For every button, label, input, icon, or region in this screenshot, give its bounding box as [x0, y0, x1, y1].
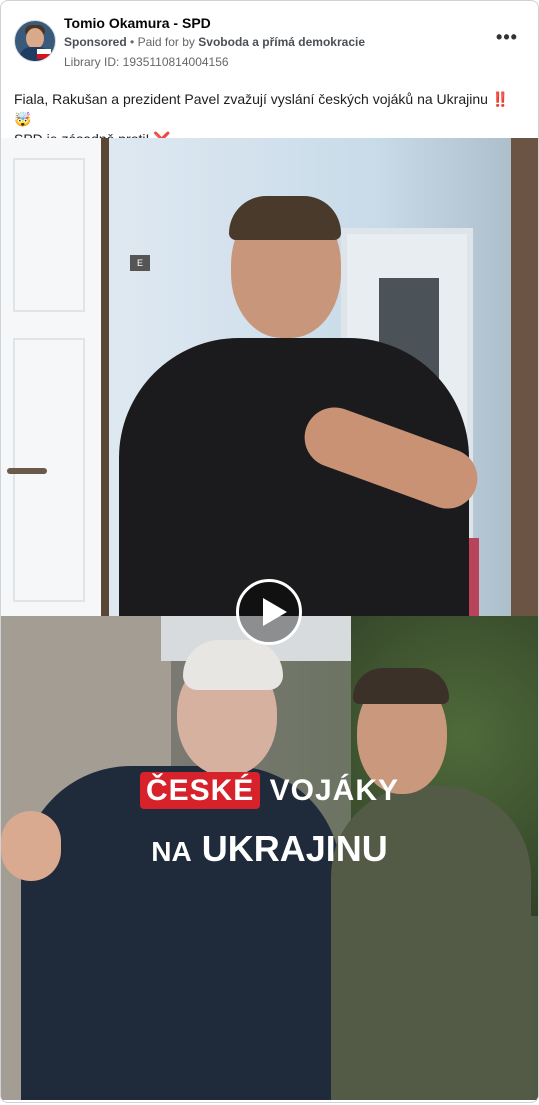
- double-exclamation-icon: ‼️: [491, 91, 510, 107]
- page-name[interactable]: Tomio Okamura - SPD: [64, 15, 211, 31]
- more-options-icon[interactable]: •••: [495, 27, 519, 51]
- exploding-head-icon: 🤯: [14, 111, 32, 127]
- page-avatar[interactable]: [14, 20, 56, 62]
- payer-name[interactable]: Svoboda a přímá demokracie: [198, 35, 365, 49]
- caption-highlight: ČESKÉ: [139, 772, 261, 809]
- library-id: Library ID: 1935110814004156: [64, 55, 229, 69]
- video-player[interactable]: E ČESKÉ VOJÁKY NA UKRAJINU: [1, 138, 538, 1100]
- paid-for-label: Paid for by: [137, 35, 195, 49]
- video-caption-line2: NA UKRAJINU: [1, 828, 538, 870]
- separator-dot: •: [130, 35, 138, 49]
- caption-rest: VOJÁKY: [269, 774, 400, 807]
- video-caption-line1: ČESKÉ VOJÁKY: [1, 772, 538, 809]
- video-top-frame: E: [1, 138, 538, 628]
- sponsored-label: Sponsored: [64, 35, 127, 49]
- sponsored-line: Sponsored • Paid for by Svoboda a přímá …: [64, 35, 365, 49]
- play-icon[interactable]: [236, 579, 302, 645]
- room-sign: E: [130, 255, 150, 271]
- ad-card: Tomio Okamura - SPD Sponsored • Paid for…: [0, 0, 539, 1103]
- post-text-line1: Fiala, Rakušan a prezident Pavel zvažují…: [14, 91, 488, 107]
- caption-ukrajinu: UKRAJINU: [201, 828, 388, 869]
- caption-na: NA: [151, 836, 192, 867]
